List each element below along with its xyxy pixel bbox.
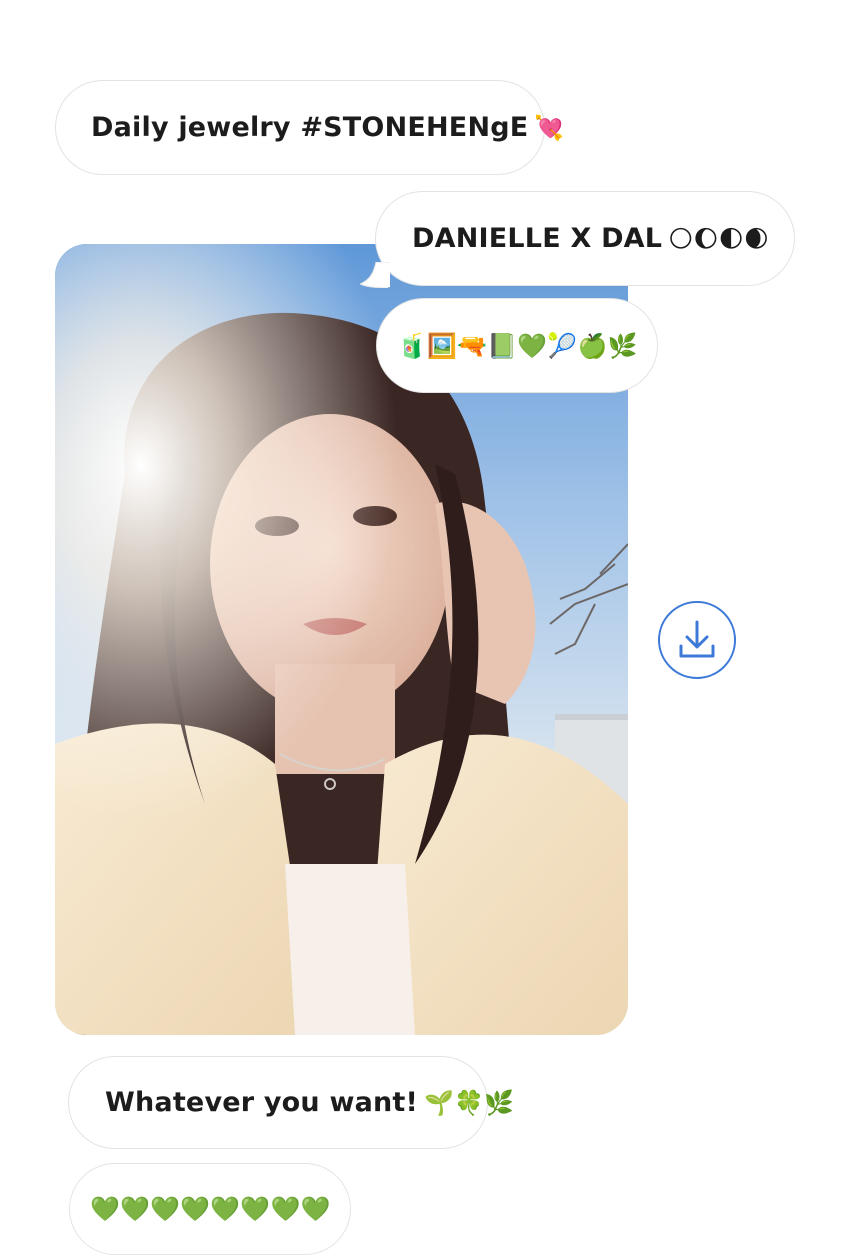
message-bubble-1[interactable]: Daily jewelry #STONEHENgE 💘 [55,80,564,175]
emoji-row: 🧃🖼️🔫📗💚🎾🍏🌿 [397,331,638,360]
message-text: Whatever you want! [105,1087,419,1118]
message-text: DANIELLE X DAL [412,223,663,254]
bubble-tail [360,262,390,288]
green-hearts-emoji: 💚💚💚💚💚💚💚💚 [90,1195,331,1223]
moon-phases-emoji: 🌕🌔🌓🌒 [668,224,770,253]
message-bubble-5[interactable]: 💚💚💚💚💚💚💚💚 [69,1163,351,1255]
plant-emoji: 🌱🍀🌿 [424,1088,515,1117]
download-icon [679,620,715,658]
heart-arrow-emoji: 💘 [534,113,565,142]
message-bubble-2[interactable]: DANIELLE X DAL 🌕🌔🌓🌒 [375,191,795,286]
download-button[interactable] [658,601,736,679]
message-bubble-4[interactable]: Whatever you want! 🌱🍀🌿 [68,1056,514,1149]
message-text: Daily jewelry #STONEHENgE [91,112,529,143]
message-bubble-3[interactable]: 🧃🖼️🔫📗💚🎾🍏🌿 [376,298,658,393]
